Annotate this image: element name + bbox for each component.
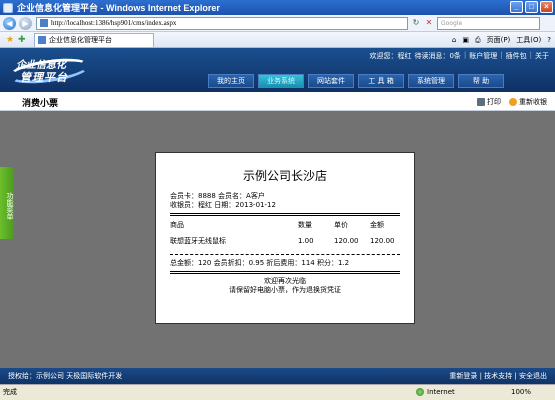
home-icon[interactable]: ⌂ bbox=[452, 36, 456, 44]
page-toolbar: 消费小票 打印 重新收银 bbox=[0, 92, 555, 111]
license-text: 授权给：示例公司 天极国际软件开发 bbox=[8, 372, 123, 380]
resend-label: 重新收银 bbox=[519, 98, 547, 106]
nav-home[interactable]: 我的主页 bbox=[208, 74, 254, 88]
print-label: 打印 bbox=[487, 98, 501, 106]
status-text: 完成 bbox=[3, 388, 17, 396]
divider bbox=[170, 213, 400, 216]
refresh-circle-icon bbox=[509, 98, 517, 106]
zone-indicator: Internet bbox=[416, 385, 455, 400]
print-icon[interactable]: ⎙ bbox=[475, 36, 481, 45]
welcome-text: 欢迎您：程红 bbox=[369, 52, 412, 60]
search-input[interactable]: Google bbox=[437, 16, 540, 30]
col-qty: 数量 bbox=[298, 221, 312, 229]
about-link[interactable]: 关于 bbox=[535, 51, 549, 61]
divider bbox=[170, 271, 400, 274]
summary-line: 总金额：120 会员折扣：0.95 折后费用：114 积分：1.2 bbox=[170, 259, 350, 267]
forward-icon[interactable]: ▶ bbox=[19, 16, 32, 30]
minimize-button[interactable]: _ bbox=[510, 1, 523, 13]
item-qty: 1.00 bbox=[298, 237, 314, 245]
app-logo: 企业信息化 管理平台 bbox=[6, 54, 94, 88]
table-row: 联想蓝牙无线鼠标 1.00 120.00 120.00 bbox=[170, 236, 400, 246]
divider bbox=[170, 254, 400, 255]
plugin-link[interactable]: 插件包 bbox=[506, 51, 527, 61]
work-area: 功能菜单 示例公司长沙店 会员卡：8888 会员名：A客户 收银员：程红 日期：… bbox=[0, 111, 555, 368]
print-button[interactable]: 打印 bbox=[477, 97, 501, 107]
zoom-level[interactable]: 100% bbox=[511, 385, 531, 400]
window-title: 企业信息化管理平台 - Windows Internet Explorer bbox=[17, 3, 220, 13]
app-footer: 授权给：示例公司 天极国际软件开发 重新登录 | 技术支持 | 安全退出 bbox=[0, 368, 555, 384]
notice-line: 请保留好电脑小票，作为退换货凭证 bbox=[229, 286, 341, 294]
welcome-line: 欢迎再次光临 bbox=[264, 277, 306, 285]
page-menu[interactable]: 页面(P) bbox=[487, 35, 511, 45]
main-nav: 我的主页 业务系统 网站套件 工 具 箱 系统管理 帮 助 bbox=[208, 74, 504, 88]
add-favorites-icon[interactable]: ✚ bbox=[18, 35, 26, 45]
tab-favicon bbox=[38, 36, 46, 44]
ie-icon bbox=[3, 2, 13, 13]
footer-links[interactable]: 重新登录 | 技术支持 | 安全退出 bbox=[449, 368, 547, 384]
logo-text-2: 管理平台 bbox=[20, 71, 68, 84]
stop-icon[interactable]: ✕ bbox=[424, 18, 434, 28]
receipt-title: 示例公司长沙店 bbox=[242, 169, 327, 183]
back-icon[interactable]: ◀ bbox=[3, 16, 16, 30]
status-bar: 完成 Internet 100% bbox=[0, 384, 555, 400]
item-table: 商品 数量 单价 金额 bbox=[170, 220, 400, 230]
favorites-star-icon[interactable]: ★ bbox=[6, 35, 14, 45]
url-text: http://localhost:1386/hsp901/cms/index.a… bbox=[51, 19, 177, 27]
help-icon[interactable]: ? bbox=[547, 36, 551, 44]
command-buttons: ⌂ ▣ ⎙ 页面(P) 工具(O) ? bbox=[452, 32, 551, 48]
globe-icon bbox=[416, 388, 424, 396]
member-line: 会员卡：8888 会员名：A客户 bbox=[170, 192, 265, 200]
page-favicon bbox=[40, 19, 48, 27]
item-name: 联想蓝牙无线鼠标 bbox=[170, 237, 226, 245]
unread-link[interactable]: 待读消息：0条 bbox=[414, 51, 460, 61]
nav-system[interactable]: 系统管理 bbox=[408, 74, 454, 88]
item-amount: 120.00 bbox=[370, 237, 395, 245]
top-links: 欢迎您：程红 待读消息：0条 | 账户管理 | 插件包 | 关于 bbox=[369, 51, 549, 61]
nav-business[interactable]: 业务系统 bbox=[258, 74, 304, 88]
page-title: 消费小票 bbox=[22, 99, 59, 109]
zone-text: Internet bbox=[427, 388, 455, 396]
feeds-icon[interactable]: ▣ bbox=[462, 36, 469, 44]
url-input[interactable]: http://localhost:1386/hsp901/cms/index.a… bbox=[36, 16, 408, 30]
tools-menu[interactable]: 工具(O) bbox=[516, 35, 541, 45]
col-price: 单价 bbox=[334, 221, 348, 229]
nav-website[interactable]: 网站套件 bbox=[308, 74, 354, 88]
printer-icon bbox=[477, 98, 485, 106]
function-menu-tab[interactable]: 功能菜单 bbox=[0, 167, 14, 239]
close-button[interactable]: × bbox=[540, 1, 553, 13]
tab-title: 企业信息化管理平台 bbox=[49, 36, 112, 44]
maximize-button[interactable]: □ bbox=[525, 1, 538, 13]
window-titlebar: 企业信息化管理平台 - Windows Internet Explorer _ … bbox=[0, 0, 555, 15]
receipt: 示例公司长沙店 会员卡：8888 会员名：A客户 收银员：程红 日期：2013-… bbox=[155, 152, 415, 324]
cashier-line: 收银员：程红 日期：2013-01-12 bbox=[170, 201, 276, 209]
col-goods: 商品 bbox=[170, 221, 184, 229]
resend-button[interactable]: 重新收银 bbox=[509, 97, 547, 107]
col-amount: 金额 bbox=[370, 221, 384, 229]
address-bar: ◀ ▶ http://localhost:1386/hsp901/cms/ind… bbox=[0, 15, 555, 32]
refresh-icon[interactable]: ↻ bbox=[411, 18, 421, 28]
nav-toolbox[interactable]: 工 具 箱 bbox=[358, 74, 404, 88]
app-header: 企业信息化 管理平台 欢迎您：程红 待读消息：0条 | 账户管理 | 插件包 |… bbox=[0, 48, 555, 92]
browser-tab[interactable]: 企业信息化管理平台 bbox=[34, 32, 154, 47]
nav-help[interactable]: 帮 助 bbox=[458, 74, 504, 88]
item-price: 120.00 bbox=[334, 237, 359, 245]
account-link[interactable]: 账户管理 bbox=[469, 51, 497, 61]
